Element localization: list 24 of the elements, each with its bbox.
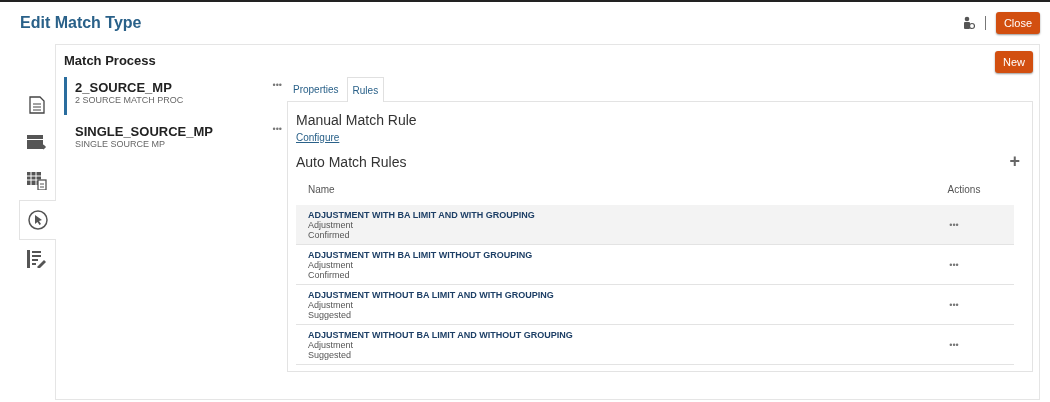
transfer-icon[interactable]	[27, 135, 47, 151]
column-header: Actions	[946, 184, 982, 195]
close-button[interactable]: Close	[995, 12, 1040, 34]
section-title: Match Process	[64, 53, 156, 68]
edit-list-icon[interactable]	[27, 250, 47, 268]
rule-row[interactable]: ADJUSTMENT WITHOUT BA LIMIT AND WITHOUT GROUPING Adjustment Suggested •••	[296, 325, 1014, 365]
section-heading: Auto Match Rules	[296, 153, 407, 170]
configure-link[interactable]: Configure	[296, 132, 340, 143]
rule-row[interactable]: ADJUSTMENT WITHOUT BA LIMIT AND WITH GROUPING Adjustment Suggested •••	[296, 285, 1014, 325]
column-header: Name	[308, 184, 335, 195]
rule-row[interactable]: ADJUSTMENT WITH BA LIMIT WITHOUT GROUPING Adjustment Confirmed •••	[296, 245, 1014, 285]
new-button[interactable]: New	[995, 51, 1033, 73]
rule-row[interactable]: ADJUSTMENT WITH BA LIMIT AND WITH GROUPING Adjustment Confirmed •••	[296, 205, 1014, 245]
section-heading: Manual Match Rule	[296, 112, 418, 128]
grid-icon[interactable]	[27, 172, 47, 190]
cursor-icon[interactable]	[28, 210, 48, 230]
match-process-item[interactable]: 2_SOURCE_MP 2 SOURCE MATCH PROC •••	[64, 77, 282, 115]
match-process-item[interactable]: SINGLE_SOURCE_MP SINGLE SOURCE MP •••	[64, 121, 282, 159]
document-icon[interactable]	[29, 96, 45, 114]
tab[interactable]: Rules	[346, 77, 385, 102]
tab[interactable]: Properties	[287, 77, 345, 101]
add-button[interactable]: +	[1005, 151, 1024, 172]
page-title: Edit Match Type	[20, 14, 142, 32]
user-icon[interactable]	[962, 16, 975, 30]
